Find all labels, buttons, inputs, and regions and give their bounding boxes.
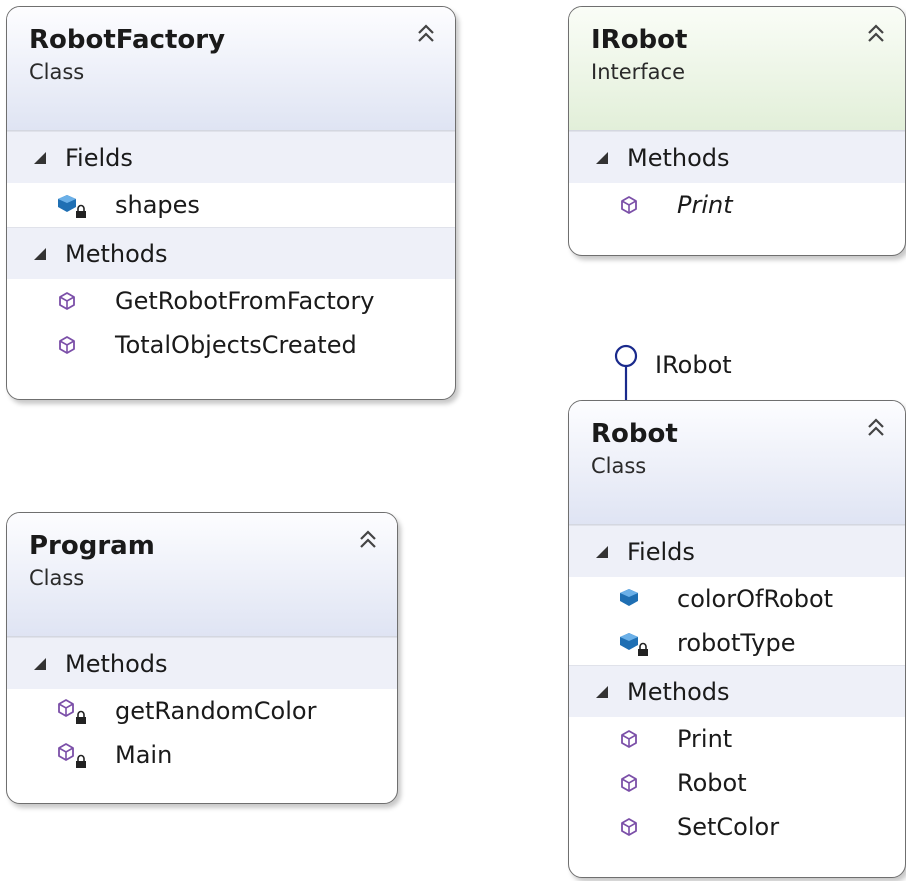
expand-triangle-icon [34, 247, 46, 260]
private-field-icon [58, 195, 87, 219]
collapse-chevron-icon[interactable] [357, 527, 379, 553]
method-item[interactable]: SetColor [569, 805, 905, 849]
fields-section-header[interactable]: Fields [569, 525, 905, 577]
member-name: TotalObjectsCreated [115, 331, 357, 359]
method-item[interactable]: Robot [569, 761, 905, 805]
implements-label: IRobot [655, 351, 732, 379]
method-item[interactable]: TotalObjectsCreated [7, 323, 455, 367]
member-name: Print [677, 725, 733, 753]
expand-triangle-icon [596, 685, 608, 698]
field-item[interactable]: shapes [7, 183, 455, 227]
method-item[interactable]: Print [569, 717, 905, 761]
interface-kind: Interface [591, 60, 686, 84]
method-icon [621, 818, 637, 836]
member-name: getRandomColor [115, 697, 317, 725]
class-name: RobotFactory [29, 25, 226, 55]
methods-section-header[interactable]: Methods [7, 637, 397, 689]
interface-lollipop-connector [614, 344, 638, 402]
class-name: Robot [591, 419, 678, 449]
member-name: SetColor [677, 813, 780, 841]
method-icon [621, 730, 637, 748]
class-name: Program [29, 531, 155, 561]
method-item[interactable]: Print [569, 183, 905, 227]
member-name: Main [115, 741, 173, 769]
expand-triangle-icon [34, 151, 46, 164]
method-icon [621, 196, 637, 214]
section-label: Methods [627, 143, 730, 172]
methods-section-header[interactable]: Methods [569, 131, 905, 183]
field-item[interactable]: robotType [569, 621, 905, 665]
class-kind: Class [29, 60, 85, 84]
method-item[interactable]: getRandomColor [7, 689, 397, 733]
member-name: robotType [677, 629, 796, 657]
private-method-icon [58, 743, 87, 769]
interface-name: IRobot [591, 25, 688, 55]
section-label: Fields [65, 143, 133, 172]
class-kind: Class [591, 454, 647, 478]
method-icon [59, 292, 75, 310]
robot-class-shape[interactable]: Robot Class Fields colorOfRobot robotTyp… [568, 400, 906, 878]
private-method-icon [58, 699, 87, 725]
collapse-chevron-icon[interactable] [865, 21, 887, 47]
member-name: Print [677, 191, 733, 219]
expand-triangle-icon [596, 545, 608, 558]
section-label: Methods [627, 677, 730, 706]
method-item[interactable]: GetRobotFromFactory [7, 279, 455, 323]
field-icon [620, 589, 638, 606]
section-label: Methods [65, 649, 168, 678]
member-name: GetRobotFromFactory [115, 287, 375, 315]
expand-triangle-icon [34, 657, 46, 670]
class-header: Program Class [7, 513, 397, 637]
program-class-shape[interactable]: Program Class Methods getRandomColor Mai… [6, 512, 398, 804]
robotfactory-class-shape[interactable]: RobotFactory Class Fields shapes Methods… [6, 6, 456, 400]
interface-header: IRobot Interface [569, 7, 905, 131]
section-label: Methods [65, 239, 168, 268]
collapse-chevron-icon[interactable] [865, 415, 887, 441]
fields-section-header[interactable]: Fields [7, 131, 455, 183]
class-kind: Class [29, 566, 85, 590]
methods-section-header[interactable]: Methods [7, 227, 455, 279]
member-name: Robot [677, 769, 747, 797]
member-name: colorOfRobot [677, 585, 834, 613]
class-header: Robot Class [569, 401, 905, 525]
class-header: RobotFactory Class [7, 7, 455, 131]
expand-triangle-icon [596, 151, 608, 164]
irobot-interface-shape[interactable]: IRobot Interface Methods Print [568, 6, 906, 256]
method-icon [621, 774, 637, 792]
field-item[interactable]: colorOfRobot [569, 577, 905, 621]
member-name: shapes [115, 191, 200, 219]
method-item[interactable]: Main [7, 733, 397, 777]
methods-section-header[interactable]: Methods [569, 665, 905, 717]
section-label: Fields [627, 537, 695, 566]
method-icon [59, 336, 75, 354]
private-field-icon [620, 633, 649, 657]
collapse-chevron-icon[interactable] [415, 21, 437, 47]
